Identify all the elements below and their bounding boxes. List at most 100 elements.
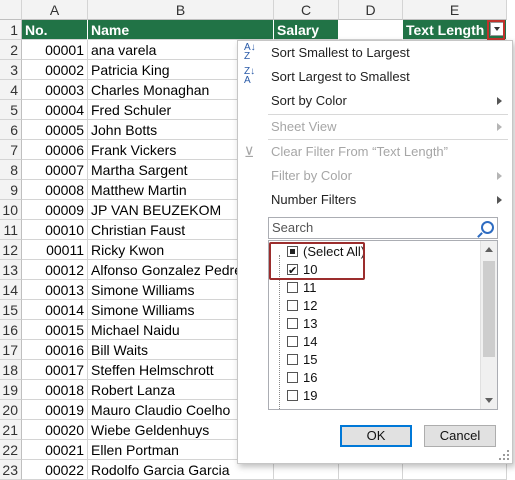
header-empty-d[interactable] [339,20,403,40]
cell-no[interactable]: 00014 [22,300,88,320]
row-header[interactable]: 5 [0,100,22,120]
cell-no[interactable]: 00020 [22,420,88,440]
row-header[interactable]: 16 [0,320,22,340]
ok-button[interactable]: OK [340,425,412,447]
cell-no[interactable]: 00017 [22,360,88,380]
menu-sheet-view: Sheet View [238,115,512,139]
row-header[interactable]: 8 [0,160,22,180]
checkbox[interactable] [287,336,298,347]
search-placeholder: Search [272,220,314,235]
autofilter-menu: A↓ Z Sort Smallest to Largest Z↓ A Sort La… [237,40,513,464]
cancel-button[interactable]: Cancel [424,425,496,447]
row-header[interactable]: 14 [0,280,22,300]
header-name[interactable]: Name [88,20,274,40]
cell-no[interactable]: 00008 [22,180,88,200]
row-header[interactable]: 9 [0,180,22,200]
row-header[interactable]: 19 [0,380,22,400]
menu-sort-descending[interactable]: Z↓ A Sort Largest to Smallest [238,65,512,89]
row-header[interactable]: 2 [0,40,22,60]
row-header[interactable]: 12 [0,240,22,260]
column-header-e[interactable]: E [403,0,507,20]
menu-clear-filter-label: Clear Filter From “Text Length” [271,144,448,159]
filter-list-item-label: 15 [303,352,318,367]
row-header[interactable]: 23 [0,460,22,480]
row-header[interactable]: 17 [0,340,22,360]
cell-no[interactable]: 00005 [22,120,88,140]
row-header[interactable]: 4 [0,80,22,100]
cell-no[interactable]: 00022 [22,460,88,480]
cell-no[interactable]: 00013 [22,280,88,300]
row-header[interactable]: 21 [0,420,22,440]
column-header-c[interactable]: C [274,0,339,20]
checkbox[interactable] [287,354,298,365]
checkbox[interactable] [287,300,298,311]
filter-value-list: (Select All)1011121314151619 [268,240,498,410]
menu-number-filters[interactable]: Number Filters [238,188,512,212]
submenu-arrow-icon [497,172,502,180]
row-header[interactable]: 22 [0,440,22,460]
cell-no[interactable]: 00001 [22,40,88,60]
filter-list-item-label: 13 [303,316,318,331]
cell-no[interactable]: 00009 [22,200,88,220]
cell-no[interactable]: 00021 [22,440,88,460]
header-text-length[interactable]: Text Length [403,20,507,40]
checkbox[interactable] [287,318,298,329]
sort-ascending-icon: A↓ Z [244,42,256,62]
cell-no[interactable]: 00004 [22,100,88,120]
row-header[interactable]: 11 [0,220,22,240]
row-header[interactable]: 10 [0,200,22,220]
cell-no[interactable]: 00016 [22,340,88,360]
cell-no[interactable]: 00003 [22,80,88,100]
menu-clear-filter: ⊻ Clear Filter From “Text Length” [238,140,512,164]
row-header[interactable]: 7 [0,140,22,160]
cell-no[interactable]: 00019 [22,400,88,420]
header-text-length-label: Text Length [406,22,485,38]
submenu-arrow-icon [497,123,502,131]
filter-search-input[interactable]: Search [268,217,498,239]
filter-list-item-label: 14 [303,334,318,349]
row-header[interactable]: 15 [0,300,22,320]
cell-no[interactable]: 00002 [22,60,88,80]
filter-list-item-label: 12 [303,298,318,313]
resize-grip-icon[interactable] [499,450,509,460]
column-header-b[interactable]: B [88,0,274,20]
row-header[interactable]: 20 [0,400,22,420]
menu-sort-by-color-label: Sort by Color [271,93,347,108]
header-salary[interactable]: Salary [274,20,339,40]
cell-no[interactable]: 00012 [22,260,88,280]
filter-dropdown-button[interactable] [490,22,504,36]
filter-list-item-label: 16 [303,370,318,385]
row-header[interactable]: 18 [0,360,22,380]
column-header-d[interactable]: D [339,0,403,20]
cell-no[interactable]: 00007 [22,160,88,180]
cell-no[interactable]: 00015 [22,320,88,340]
checkbox[interactable] [287,282,298,293]
select-all-corner[interactable] [0,0,22,20]
scroll-down-icon[interactable] [485,398,493,403]
menu-sort-by-color[interactable]: Sort by Color [238,89,512,113]
header-no[interactable]: No. [22,20,88,40]
filter-list-item-label: 11 [303,280,317,295]
row-header[interactable]: 3 [0,60,22,80]
search-icon [481,221,494,234]
menu-sort-descending-label: Sort Largest to Smallest [271,69,410,84]
scroll-up-icon[interactable] [485,247,493,252]
menu-sort-ascending[interactable]: A↓ Z Sort Smallest to Largest [238,41,512,65]
cell-no[interactable]: 00006 [22,140,88,160]
selection-highlight [269,242,365,280]
filter-list-item-label: 19 [303,388,318,403]
cell-no[interactable]: 00010 [22,220,88,240]
cell-no[interactable]: 00011 [22,240,88,260]
row-header[interactable]: 6 [0,120,22,140]
row-header[interactable]: 13 [0,260,22,280]
list-scrollbar[interactable] [480,241,497,409]
submenu-arrow-icon [497,97,502,105]
row-header[interactable]: 1 [0,20,22,40]
checkbox[interactable] [287,390,298,401]
menu-filter-by-color: Filter by Color [238,164,512,188]
submenu-arrow-icon [497,196,502,204]
scroll-thumb[interactable] [483,261,495,357]
cell-no[interactable]: 00018 [22,380,88,400]
checkbox[interactable] [287,372,298,383]
column-header-a[interactable]: A [22,0,88,20]
